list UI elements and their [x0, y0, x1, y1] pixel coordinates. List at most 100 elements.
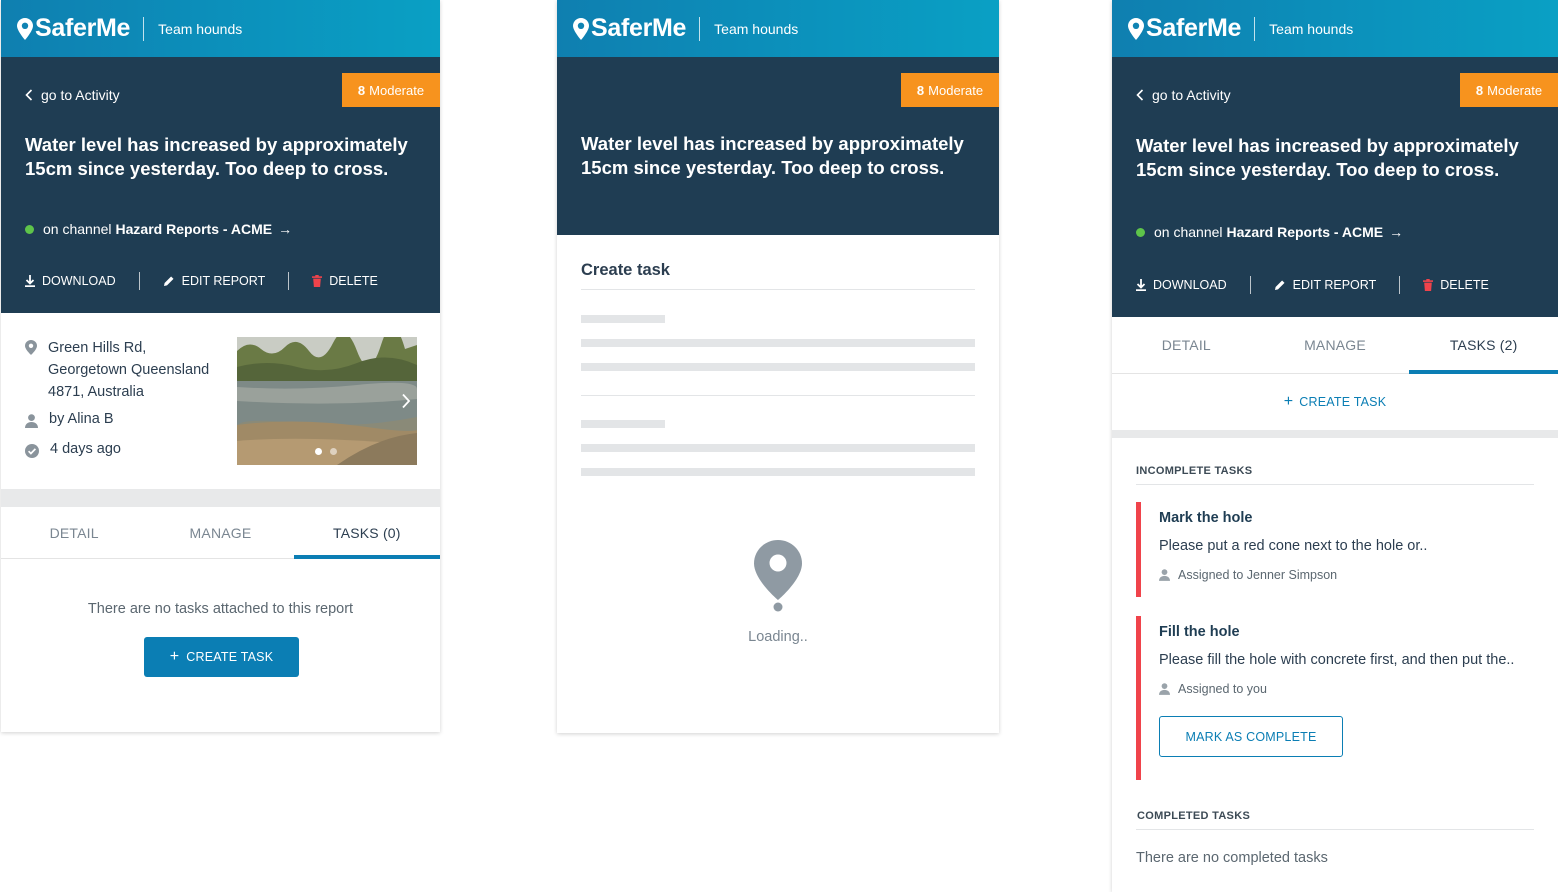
skeleton-label	[581, 420, 665, 428]
task-card[interactable]: Mark the hole Please put a red cone next…	[1136, 502, 1534, 597]
action-divider	[288, 272, 290, 290]
report-title: Water level has increased by approximate…	[1136, 135, 1519, 180]
delete-label: DELETE	[1440, 278, 1489, 292]
task-description: Please fill the hole with concrete first…	[1159, 652, 1515, 668]
task-assignee: Assigned to Jenner Simpson	[1159, 568, 1534, 582]
report-tabs: DETAIL MANAGE TASKS (0)	[1, 507, 440, 559]
location-pin-icon	[25, 340, 37, 355]
channel-link[interactable]: on channel Hazard Reports - ACME →	[1136, 224, 1403, 240]
task-description: Please put a red cone next to the hole o…	[1159, 538, 1428, 554]
channel-status-dot	[1136, 227, 1145, 237]
report-actions: DOWNLOAD EDIT REPORT DELETE	[1136, 276, 1489, 294]
map-pin-logo-icon	[573, 17, 589, 40]
action-divider	[1249, 276, 1251, 294]
brand-logo[interactable]: SaferMe	[1128, 14, 1241, 43]
brand-logo[interactable]: SaferMe	[573, 14, 686, 43]
brand-name: SaferMe	[1146, 14, 1242, 42]
tasks-empty-state: There are no tasks attached to this repo…	[1, 559, 440, 732]
trash-icon	[312, 275, 323, 287]
loading-pin-icon	[754, 540, 802, 612]
delete-label: DELETE	[329, 274, 378, 288]
user-icon	[1159, 683, 1170, 695]
channel-link[interactable]: on channel Hazard Reports - ACME →	[25, 221, 292, 237]
brand-name: SaferMe	[35, 14, 131, 42]
edit-report-button[interactable]: EDIT REPORT	[163, 274, 266, 288]
delete-button[interactable]: DELETE	[1423, 278, 1489, 292]
map-pin-logo-icon	[17, 17, 33, 40]
task-assignee-text: Assigned to you	[1178, 682, 1267, 696]
chevron-left-icon	[1136, 89, 1144, 101]
app-bar: SaferMe Team hounds	[1, 0, 440, 57]
tab-detail[interactable]: DETAIL	[1112, 317, 1261, 373]
edit-report-label: EDIT REPORT	[181, 274, 266, 288]
active-tab-indicator	[1409, 370, 1558, 374]
back-link-label: go to Activity	[1152, 87, 1231, 103]
carousel-dot[interactable]	[315, 448, 322, 455]
app-bar: SaferMe Team hounds	[557, 0, 999, 57]
report-header: go to Activity 8 Moderate Water level has…	[1112, 57, 1558, 317]
severity-number: 8	[916, 82, 925, 98]
create-task-panel: SaferMe Team hounds 8 Moderate Water leve…	[557, 0, 999, 733]
back-link[interactable]: go to Activity	[25, 87, 120, 103]
carousel-dots	[315, 448, 337, 455]
edit-report-label: EDIT REPORT	[1292, 278, 1377, 292]
task-assignee-text: Assigned to Jenner Simpson	[1178, 568, 1338, 582]
loading-text: Loading..	[748, 629, 808, 645]
download-button[interactable]: DOWNLOAD	[1136, 278, 1227, 292]
severity-number: 8	[357, 82, 366, 98]
download-label: DOWNLOAD	[42, 274, 116, 288]
tab-manage[interactable]: MANAGE	[147, 507, 293, 558]
pencil-icon	[163, 276, 174, 286]
back-link-label: go to Activity	[41, 87, 120, 103]
create-task-label: CREATE TASK	[1299, 395, 1387, 409]
download-button[interactable]: DOWNLOAD	[25, 274, 116, 288]
chevron-right-icon[interactable]	[401, 393, 411, 409]
action-divider	[1399, 276, 1401, 294]
user-icon	[1159, 569, 1170, 581]
carousel-dot[interactable]	[330, 448, 337, 455]
severity-badge: 8 Moderate	[901, 73, 999, 107]
pencil-icon	[1274, 280, 1285, 290]
skeleton-label	[581, 315, 665, 323]
channel-prefix: on channel	[1154, 224, 1223, 240]
task-card[interactable]: Fill the hole Please fill the hole with …	[1136, 616, 1534, 780]
task-title: Fill the hole	[1159, 624, 1240, 640]
back-link[interactable]: go to Activity	[1136, 87, 1231, 103]
brand-divider	[143, 16, 145, 41]
download-icon	[25, 275, 35, 287]
create-task-button[interactable]: + CREATE TASK	[144, 637, 299, 677]
report-detail-panel: SaferMe Team hounds go to Activity 8 Mode…	[1, 0, 440, 732]
report-photo	[237, 337, 417, 465]
mark-as-complete-button[interactable]: MARK AS COMPLETE	[1159, 716, 1343, 757]
address: Green Hills Rd, Georgetown Queensland 48…	[48, 337, 209, 403]
tab-tasks[interactable]: TASKS (0)	[294, 507, 440, 558]
create-task-heading: Create task	[581, 261, 670, 279]
task-assignee: Assigned to you	[1159, 682, 1534, 696]
team-name: Team hounds	[714, 20, 799, 37]
tab-detail[interactable]: DETAIL	[1, 507, 147, 558]
chevron-left-icon	[25, 89, 33, 101]
brand-logo[interactable]: SaferMe	[17, 14, 130, 43]
plus-icon: +	[1283, 393, 1294, 410]
address-line: Green Hills Rd,	[48, 340, 147, 356]
edit-report-button[interactable]: EDIT REPORT	[1274, 278, 1377, 292]
severity-label: Moderate	[928, 82, 984, 98]
brand-divider	[699, 16, 701, 41]
brand-name: SaferMe	[591, 14, 687, 42]
skeleton-line	[581, 468, 975, 476]
severity-label: Moderate	[1487, 82, 1543, 98]
create-task-link[interactable]: + CREATE TASK	[1112, 374, 1558, 430]
delete-button[interactable]: DELETE	[312, 274, 378, 288]
tab-tasks[interactable]: TASKS (2)	[1409, 317, 1558, 373]
check-circle-icon	[25, 444, 39, 458]
completed-tasks-empty: There are no completed tasks	[1136, 850, 1328, 866]
trash-icon	[1423, 279, 1434, 291]
empty-tasks-text: There are no tasks attached to this repo…	[87, 601, 354, 617]
tab-manage[interactable]: MANAGE	[1261, 317, 1410, 373]
user-icon	[25, 414, 38, 428]
divider	[581, 395, 975, 396]
report-photo-carousel[interactable]	[237, 337, 417, 465]
severity-badge: 8 Moderate	[1460, 73, 1558, 107]
divider	[581, 289, 975, 290]
plus-icon: +	[169, 648, 180, 665]
